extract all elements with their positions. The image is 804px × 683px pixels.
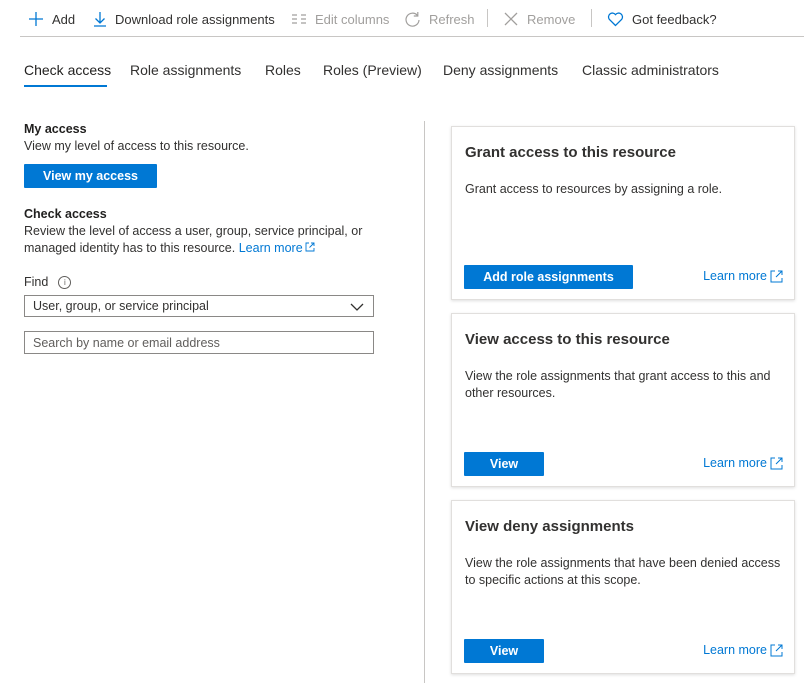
active-tab-indicator (24, 85, 107, 87)
tab-roles-preview[interactable]: Roles (Preview) (323, 62, 422, 78)
toolbar-separator (591, 9, 592, 27)
refresh-icon (405, 11, 420, 27)
card-title: Grant access to this resource (465, 144, 676, 161)
my-access-title: My access (24, 122, 87, 136)
find-label-text: Find (24, 275, 49, 289)
close-icon (504, 12, 518, 26)
learn-more-label: Learn more (238, 241, 303, 255)
principal-type-value: User, group, or service principal (33, 299, 209, 313)
view-access-card: View access to this resource View the ro… (451, 313, 795, 487)
principal-type-dropdown[interactable]: User, group, or service principal (24, 295, 374, 317)
toolbar-divider (20, 36, 804, 37)
card-description: View the role assignments that have been… (465, 556, 781, 587)
feedback-button[interactable]: Got feedback? (607, 8, 717, 30)
card-title: View deny assignments (465, 518, 634, 535)
refresh-label: Refresh (429, 11, 475, 27)
find-label: Find i (24, 275, 72, 289)
download-role-assignments-button[interactable]: Download role assignments (93, 8, 275, 30)
feedback-label: Got feedback? (632, 11, 717, 27)
tab-role-assignments[interactable]: Role assignments (130, 62, 241, 78)
tab-check-access[interactable]: Check access (24, 62, 111, 78)
download-label: Download role assignments (115, 11, 275, 27)
card-description: View the role assignments that grant acc… (465, 369, 771, 400)
my-access-description: View my level of access to this resource… (24, 139, 249, 153)
edit-columns-label: Edit columns (315, 11, 390, 27)
card-learn-more-label: Learn more (703, 456, 767, 470)
remove-button[interactable]: Remove (503, 8, 575, 30)
chevron-down-icon (350, 303, 364, 311)
heart-icon (607, 11, 624, 26)
external-link-icon (770, 270, 783, 282)
view-deny-assignments-button[interactable]: View (464, 639, 544, 663)
external-link-icon (770, 457, 783, 469)
view-deny-assignments-card: View deny assignments View the role assi… (451, 500, 795, 674)
view-access-button[interactable]: View (464, 452, 544, 476)
card-description: Grant access to resources by assigning a… (465, 182, 723, 196)
card-learn-more-label: Learn more (703, 269, 767, 283)
check-access-description-line2: managed identity has to this resource. L… (24, 240, 315, 257)
tab-deny-assignments[interactable]: Deny assignments (443, 62, 558, 78)
card-learn-more-link[interactable]: Learn more (703, 269, 783, 283)
plus-icon (29, 12, 43, 26)
card-learn-more-link[interactable]: Learn more (703, 643, 783, 657)
external-link-icon (305, 242, 315, 252)
learn-more-link[interactable]: Learn more (239, 241, 315, 255)
panel-divider (424, 121, 425, 683)
add-label: Add (52, 11, 76, 27)
add-button[interactable]: Add (28, 8, 75, 30)
tab-roles[interactable]: Roles (265, 62, 301, 78)
command-bar: Add Download role assignments Edit colum… (0, 0, 804, 37)
refresh-button[interactable]: Refresh (404, 8, 475, 30)
grant-access-card: Grant access to this resource Grant acce… (451, 126, 795, 300)
card-learn-more-label: Learn more (703, 643, 767, 657)
remove-label: Remove (527, 11, 576, 27)
add-role-assignments-button[interactable]: Add role assignments (464, 265, 633, 289)
edit-columns-button[interactable]: Edit columns (291, 8, 389, 30)
card-title: View access to this resource (465, 331, 670, 348)
check-access-title: Check access (24, 207, 107, 221)
card-learn-more-link[interactable]: Learn more (703, 456, 783, 470)
external-link-icon (770, 644, 783, 656)
tab-classic-administrators[interactable]: Classic administrators (582, 62, 719, 78)
search-input[interactable] (24, 331, 374, 354)
columns-icon (292, 14, 306, 24)
toolbar-separator (487, 9, 488, 27)
download-icon (94, 12, 106, 27)
check-access-description-text: managed identity has to this resource. (24, 241, 236, 255)
view-my-access-button[interactable]: View my access (24, 164, 157, 188)
check-access-description-line1: Review the level of access a user, group… (24, 224, 363, 238)
info-icon[interactable]: i (58, 275, 72, 289)
